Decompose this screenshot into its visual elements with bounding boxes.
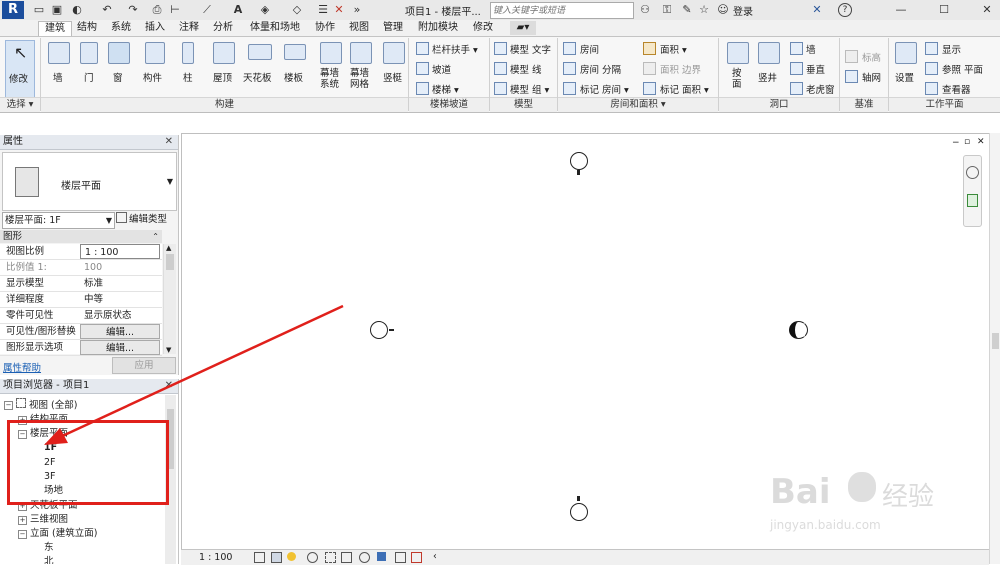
paw-icon: [848, 472, 876, 502]
watermark-url: jingyan.baidu.com: [770, 518, 881, 532]
watermark-cn: 经验: [882, 482, 935, 512]
arrow-shaft: [57, 304, 344, 440]
baidu-watermark: Bai 经验 jingyan.baidu.com: [770, 462, 970, 542]
watermark-brand: Bai: [770, 472, 831, 512]
arrow-head: [44, 428, 68, 445]
